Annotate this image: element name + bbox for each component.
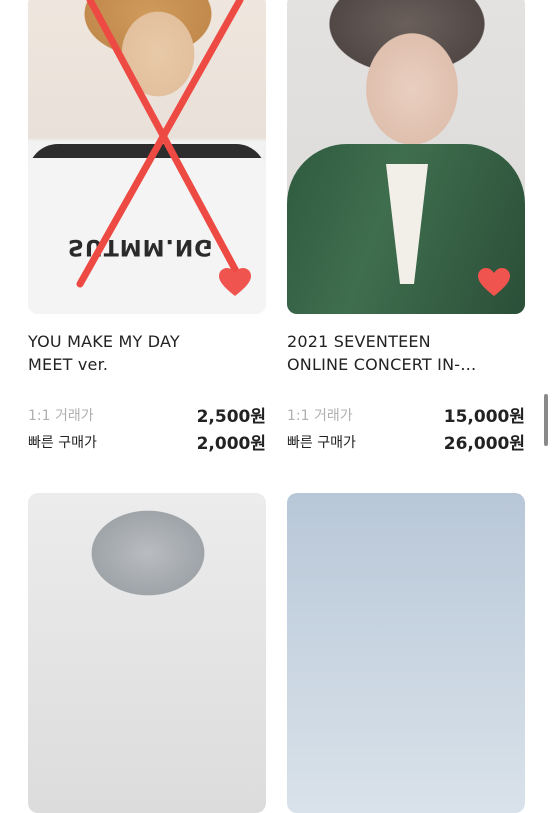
scrollbar[interactable] xyxy=(544,394,548,446)
product-card[interactable] xyxy=(287,493,525,813)
product-title[interactable]: YOU MAKE MY DAY MEET ver. xyxy=(28,330,266,376)
product-title-line: 2021 SEVENTEEN xyxy=(287,332,431,351)
price-label: 1:1 거래가 xyxy=(28,407,94,424)
price-row-one-to-one: 1:1 거래가 2,500원 xyxy=(28,401,266,428)
product-title[interactable]: 2021 SEVENTEEN ONLINE CONCERT IN-… xyxy=(287,330,525,376)
product-title-line: MEET ver. xyxy=(28,355,109,374)
product-title-line: ONLINE CONCERT IN-… xyxy=(287,355,477,374)
price-value: 2,500원 xyxy=(196,407,266,427)
price-value: 26,000원 xyxy=(443,434,525,454)
price-row-one-to-one: 1:1 거래가 15,000원 xyxy=(287,401,525,428)
product-card[interactable] xyxy=(28,493,266,813)
product-photo[interactable] xyxy=(287,0,525,314)
price-row-quick-buy: 빠른 구매가 26,000원 xyxy=(287,428,525,455)
product-card[interactable]: SUTMM.NG YOU MAKE MY DAY MEET ver. 1:1 거… xyxy=(28,0,266,455)
product-photo[interactable] xyxy=(28,493,266,813)
product-photo[interactable] xyxy=(287,493,525,813)
price-label: 빠른 구매가 xyxy=(28,434,97,451)
product-photo[interactable]: SUTMM.NG xyxy=(28,0,266,314)
price-row-quick-buy: 빠른 구매가 2,000원 xyxy=(28,428,266,455)
price-block: 1:1 거래가 2,500원 빠른 구매가 2,000원 xyxy=(28,401,266,455)
price-value: 15,000원 xyxy=(443,407,525,427)
heart-icon[interactable] xyxy=(477,267,511,297)
price-label: 빠른 구매가 xyxy=(287,434,356,451)
product-title-line: YOU MAKE MY DAY xyxy=(28,332,180,351)
heart-icon[interactable] xyxy=(218,267,252,297)
price-label: 1:1 거래가 xyxy=(287,407,353,424)
product-card[interactable]: 2021 SEVENTEEN ONLINE CONCERT IN-… 1:1 거… xyxy=(287,0,525,455)
price-block: 1:1 거래가 15,000원 빠른 구매가 26,000원 xyxy=(287,401,525,455)
price-value: 2,000원 xyxy=(196,434,266,454)
